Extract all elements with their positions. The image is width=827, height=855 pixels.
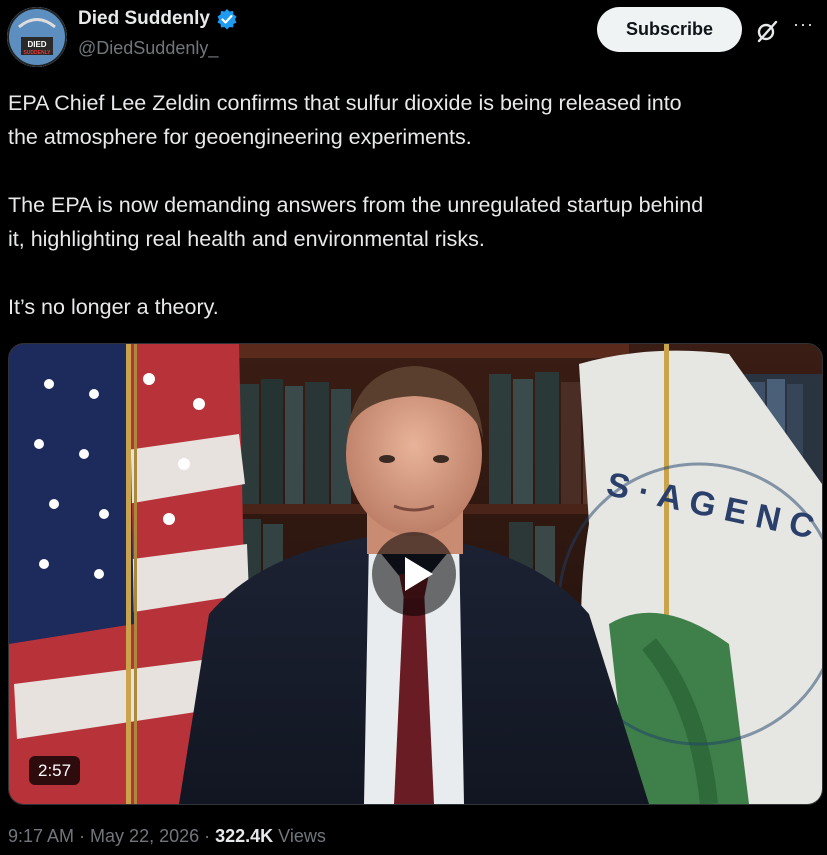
avatar-image: DIED SUDDENLY — [7, 7, 67, 67]
tweet-line: The EPA is now demanding answers from th… — [8, 193, 704, 217]
tweet-line: it, highlighting real health and environ… — [8, 227, 485, 251]
video-player[interactable]: S · A G E N C 2:57 — [8, 343, 823, 805]
play-icon[interactable] — [371, 531, 457, 617]
tweet-line: It’s no longer a theory. — [8, 295, 219, 319]
meta-separator: · — [204, 826, 211, 846]
views-label: Views — [278, 826, 326, 846]
views-count: 322.4K — [215, 826, 274, 846]
tweet-date[interactable]: May 22, 2026 — [90, 826, 199, 847]
grok-slash-icon[interactable] — [755, 19, 779, 43]
tweet-line: EPA Chief Lee Zeldin confirms that sulfu… — [8, 91, 682, 115]
tweet-line: the atmosphere for geoengineering experi… — [8, 125, 472, 149]
tweet-time[interactable]: 9:17 AM — [8, 826, 74, 847]
tweet-text: EPA Chief Lee Zeldin confirms that sulfu… — [8, 86, 823, 324]
author-handle[interactable]: @DiedSuddenly_ — [78, 38, 218, 59]
avatar-text-top: DIED — [27, 40, 46, 49]
author-name-row: Died Suddenly — [78, 8, 238, 30]
video-duration: 2:57 — [29, 756, 81, 785]
tweet-meta: 9:17 AM · May 22, 2026 · 322.4K Views — [8, 826, 326, 847]
more-dots-icon[interactable]: ··· — [793, 14, 814, 35]
verified-badge-icon[interactable] — [216, 8, 238, 30]
avatar[interactable]: DIED SUDDENLY — [7, 7, 67, 67]
subscribe-button[interactable]: Subscribe — [597, 7, 742, 52]
avatar-text-bottom: SUDDENLY — [23, 50, 51, 56]
author-display-name[interactable]: Died Suddenly — [78, 8, 210, 30]
meta-separator: · — [79, 826, 86, 846]
